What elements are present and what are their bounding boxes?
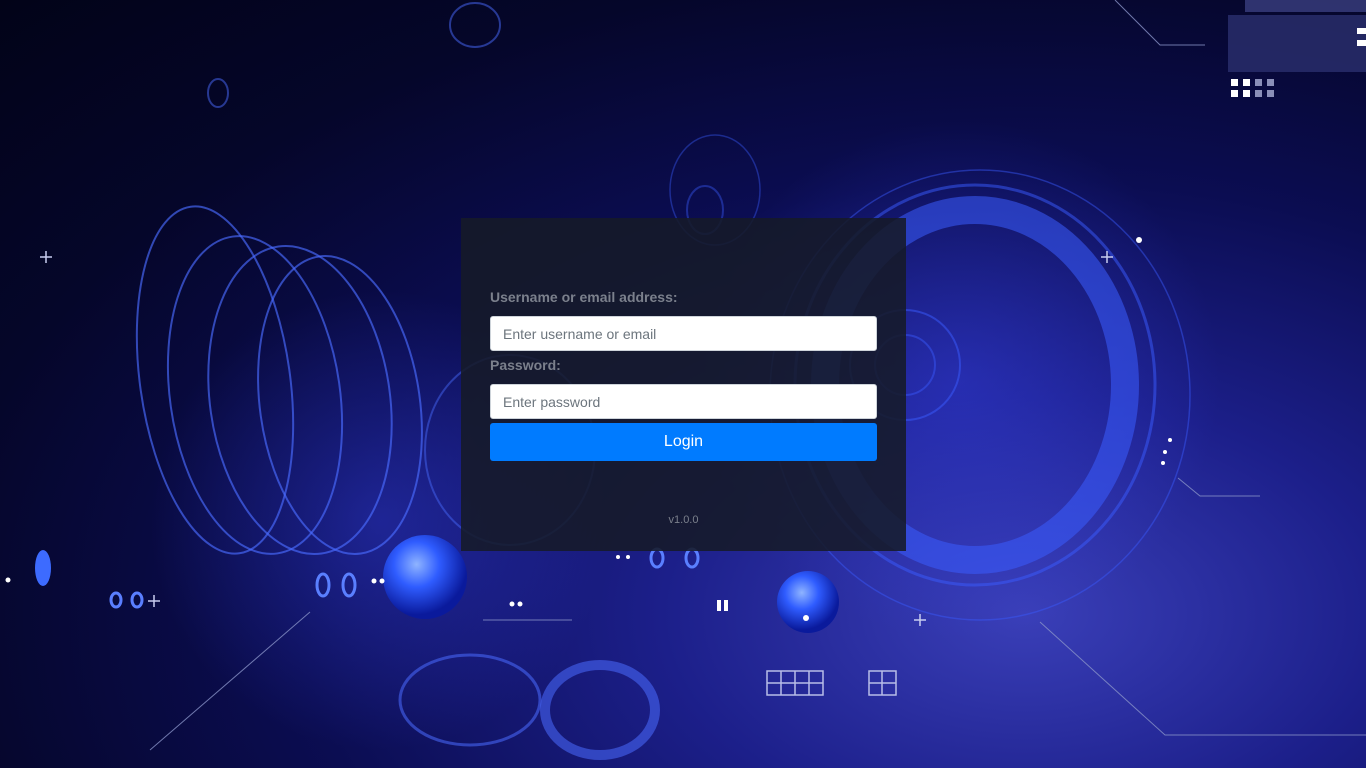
password-input[interactable] (490, 384, 877, 419)
password-label: Password: (490, 357, 561, 373)
login-button[interactable]: Login (490, 423, 877, 461)
login-panel: Username or email address: Password: Log… (461, 218, 906, 551)
username-input[interactable] (490, 316, 877, 351)
username-label: Username or email address: (490, 289, 678, 305)
version-label: v1.0.0 (668, 514, 699, 526)
